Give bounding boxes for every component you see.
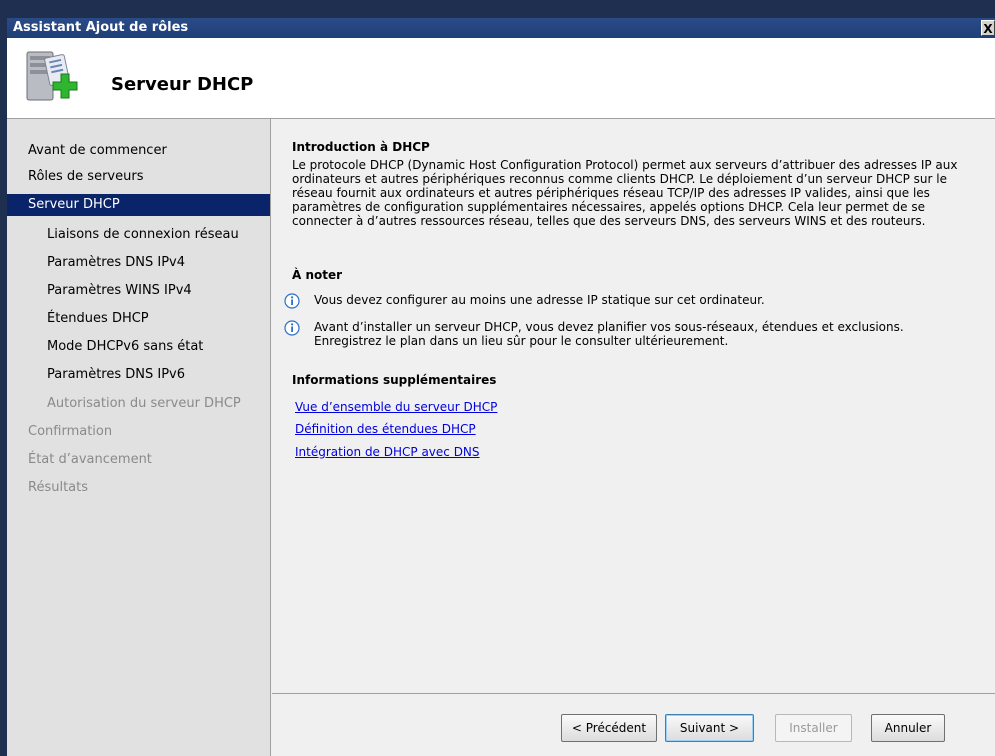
nav-item-parametres-dns-ipv6[interactable]: Paramètres DNS IPv6 [7, 364, 270, 386]
nav-item-resultats: Résultats [28, 480, 89, 495]
link-integration-dhcp-dns[interactable]: Intégration de DHCP avec DNS [295, 445, 480, 459]
next-button[interactable]: Suivant > [665, 714, 754, 742]
nav-item-autorisation: Autorisation du serveur DHCP [47, 396, 241, 411]
nav-item-etendues-dhcp[interactable]: Étendues DHCP [7, 308, 270, 330]
content-pane: Introduction à DHCP Le protocole DHCP (D… [272, 119, 995, 693]
note-item: Avant d’installer un serveur DHCP, vous … [284, 320, 974, 348]
intro-heading: Introduction à DHCP [292, 140, 430, 154]
nav-item-avant-de-commencer[interactable]: Avant de commencer [7, 140, 270, 162]
wizard-footer: < Précédent Suivant > Installer Annuler [272, 694, 995, 756]
info-icon [284, 293, 300, 309]
link-vue-ensemble-dhcp[interactable]: Vue d’ensemble du serveur DHCP [295, 400, 497, 414]
notes-heading: À noter [292, 268, 343, 282]
wizard-header: Serveur DHCP [7, 38, 995, 119]
note-item: Vous devez configurer au moins une adres… [284, 293, 974, 309]
nav-item-mode-dhcpv6[interactable]: Mode DHCPv6 sans état [7, 336, 270, 358]
nav-item-serveur-dhcp[interactable]: Serveur DHCP [7, 194, 270, 216]
nav-item-parametres-wins-ipv4[interactable]: Paramètres WINS IPv4 [7, 280, 270, 302]
nav-item-roles-de-serveurs[interactable]: Rôles de serveurs [7, 166, 270, 188]
previous-button[interactable]: < Précédent [561, 714, 657, 742]
server-with-green-plus-icon [26, 51, 78, 101]
intro-text: Le protocole DHCP (Dynamic Host Configur… [292, 158, 958, 228]
title-bar: Assistant Ajout de rôles X [7, 18, 995, 38]
info-icon [284, 320, 300, 336]
more-info-heading: Informations supplémentaires [292, 373, 497, 387]
page-title: Serveur DHCP [111, 74, 254, 95]
note-text: Vous devez configurer au moins une adres… [314, 293, 765, 307]
window-title: Assistant Ajout de rôles [13, 20, 189, 35]
install-button: Installer [775, 714, 852, 742]
nav-item-parametres-dns-ipv4[interactable]: Paramètres DNS IPv4 [7, 252, 270, 274]
nav-item-etat-avancement: État d’avancement [28, 452, 152, 467]
close-button[interactable]: X [981, 20, 995, 36]
nav-item-confirmation: Confirmation [28, 424, 113, 439]
cancel-button[interactable]: Annuler [871, 714, 945, 742]
nav-item-liaisons-de-connexion[interactable]: Liaisons de connexion réseau [7, 224, 270, 246]
note-text: Avant d’installer un serveur DHCP, vous … [314, 320, 904, 348]
wizard-nav: Avant de commencer Rôles de serveurs Ser… [7, 119, 271, 756]
link-definition-etendues[interactable]: Définition des étendues DHCP [295, 422, 476, 436]
